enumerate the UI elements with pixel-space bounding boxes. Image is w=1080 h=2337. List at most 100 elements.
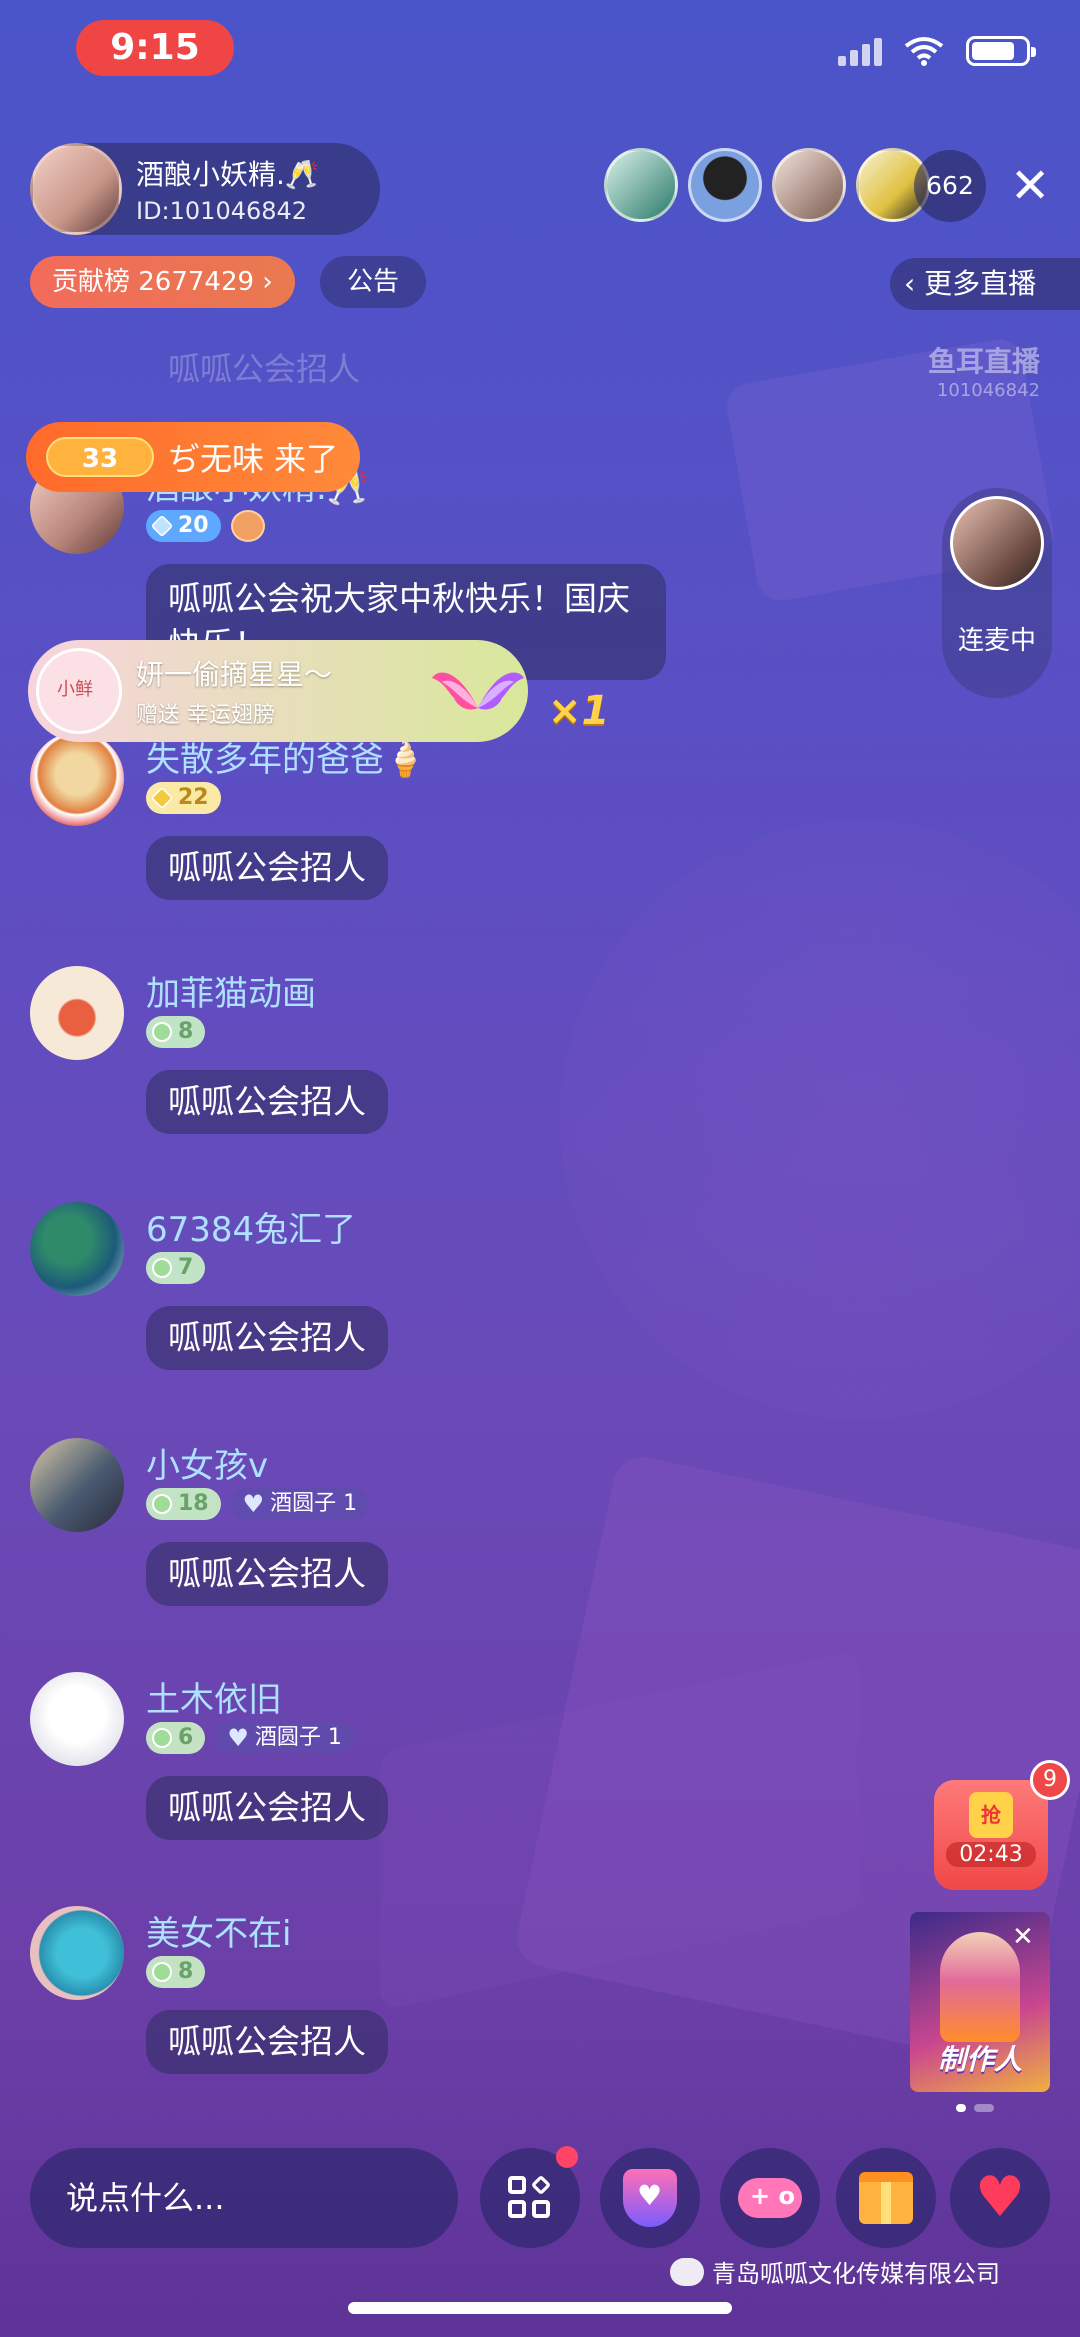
more-live-button[interactable]: ‹ 更多直播 [890,258,1080,310]
chat-username[interactable]: 加菲猫动画 [146,966,316,1015]
home-indicator[interactable] [348,2302,732,2314]
promo-figure [940,1932,1020,2042]
chat-avatar[interactable] [30,1438,124,1532]
promo-pager [956,2104,994,2112]
gift-button[interactable] [836,2148,936,2248]
host-card[interactable]: 酒酿小妖精.🥂 ID:101046842 [30,143,380,235]
host-name: 酒酿小妖精.🥂 [136,158,320,191]
chat-username[interactable]: 土木依旧 [146,1672,282,1721]
mic-link-panel[interactable]: 连麦中 [942,488,1052,698]
gift-multiplier: ×1 [548,688,610,734]
viewer-avatar[interactable] [688,148,762,222]
level-badge: 8 [146,1956,206,1988]
fan-club-badge: ♥ 酒圆子 1 [230,1488,370,1520]
user-badges: 8 [146,1956,206,1988]
level-badge: 7 [146,1252,206,1284]
diamond-icon [150,786,174,810]
watermark-company: 青岛呱呱文化传媒有限公司 [712,2260,1000,2288]
red-packet-count: 9 [1030,1760,1070,1800]
chat-text: 呱呱公会招人 [146,2010,388,2074]
wings-icon [432,672,524,710]
chat-input[interactable]: 说点什么... [30,2148,458,2248]
chat-text: 呱呱公会招人 [146,836,388,900]
user-badges: 7 [146,1252,206,1284]
signal-icon [838,36,882,66]
user-badges: 20 [146,510,265,542]
chat-message[interactable]: 67384兔汇了 7 呱呱公会招人 [30,1202,670,1382]
wechat-icon [670,2257,704,2286]
heart-icon: ♥ [242,1490,265,1518]
gift-description: 赠送 幸运翅膀 [136,703,275,728]
user-badges: 22 [146,782,221,814]
watermark-id: 101046842 [936,380,1040,401]
heart-icon: ♥ [974,2165,1026,2230]
chat-avatar[interactable] [30,966,124,1060]
game-button[interactable] [720,2148,820,2248]
mic-guest-avatar[interactable] [950,496,1044,590]
like-button[interactable]: ♥ [950,2148,1050,2248]
guard-button[interactable] [600,2148,700,2248]
notification-dot [556,2146,578,2168]
chat-avatar[interactable] [30,1906,124,2000]
shield-heart-icon [623,2169,677,2227]
user-badges: 6 ♥ 酒圆子 1 [146,1722,354,1754]
level-badge: 20 [146,510,221,542]
red-envelope-icon: 抢 [969,1792,1013,1838]
chat-message[interactable]: 土木依旧 6 ♥ 酒圆子 1 呱呱公会招人 [30,1672,670,1852]
chat-message[interactable]: 小女孩v 18 ♥ 酒圆子 1 呱呱公会招人 [30,1438,670,1618]
level-badge: 6 [146,1722,206,1754]
chat-avatar[interactable] [30,1672,124,1766]
user-entry-banner: 33 ぢ无味 来了 [26,422,360,492]
notice-button[interactable]: 公告 [320,256,426,308]
gift-sender-avatar [36,648,122,734]
promo-title: 制作人 [937,2043,1022,2076]
viewer-avatar[interactable] [772,148,846,222]
user-badges: 18 ♥ 酒圆子 1 [146,1488,370,1520]
mic-status-label: 连麦中 [957,626,1036,656]
host-avatar[interactable] [30,143,122,235]
gift-banner: 妍一偷摘星星～ 赠送 幸运翅膀 [28,640,528,742]
chat-text: 呱呱公会招人 [146,1542,388,1606]
promo-close-button[interactable]: ✕ [1012,1922,1034,1952]
viewer-count[interactable]: 662 [914,150,986,222]
level-dot-icon [152,1022,172,1042]
fan-club-badge: ♥ 酒圆子 1 [215,1722,354,1754]
entry-level-badge: 33 [46,437,154,477]
chat-username[interactable]: 67384兔汇了 [146,1202,356,1251]
gift-box-icon [859,2172,913,2224]
watermark-title: 鱼耳直播 [927,345,1040,378]
chat-username[interactable]: 小女孩v [146,1438,268,1487]
level-dot-icon [152,1494,172,1514]
level-dot-icon [152,1728,172,1748]
chat-text: 呱呱公会招人 [146,1776,388,1840]
wifi-icon [904,37,944,66]
contribution-rank-button[interactable]: 贡献榜 2677429 › [30,256,295,308]
diamond-icon [150,514,174,538]
status-icons [838,36,1036,66]
chat-message[interactable]: 美女不在i 8 呱呱公会招人 [30,1906,670,2086]
viewer-avatar[interactable] [604,148,678,222]
app-watermark: 鱼耳直播 101046842 [928,340,1040,401]
chat-message[interactable]: 失散多年的爸爸🍦 22 呱呱公会招人 [30,732,670,912]
close-button[interactable]: ✕ [1010,162,1050,210]
chat-text: 呱呱公会招人 [146,1306,388,1370]
status-time: 9:15 [76,20,234,76]
chat-message[interactable]: 加菲猫动画 8 呱呱公会招人 [30,966,670,1146]
battery-icon [966,36,1036,66]
gift-sender-name: 妍一偷摘星星～ [136,658,333,691]
level-badge: 8 [146,1016,206,1048]
chat-username[interactable]: 美女不在i [146,1906,291,1955]
gamepad-icon [738,2178,802,2218]
level-badge: 22 [146,782,221,814]
chat-text: 呱呱公会招人 [146,1070,388,1134]
level-dot-icon [152,1962,172,1982]
scrolled-message: 呱呱公会招人 [168,350,361,388]
chat-avatar[interactable] [30,732,124,826]
red-packet-button[interactable]: 抢 02:43 [934,1780,1048,1890]
viewer-avatars[interactable] [604,148,930,222]
host-id: ID:101046842 [136,197,308,225]
medal-icon [230,510,265,542]
entry-text: ぢ无味 来了 [168,440,339,478]
chat-avatar[interactable] [30,1202,124,1296]
wechat-watermark: 青岛呱呱文化传媒有限公司 [670,2254,1000,2289]
